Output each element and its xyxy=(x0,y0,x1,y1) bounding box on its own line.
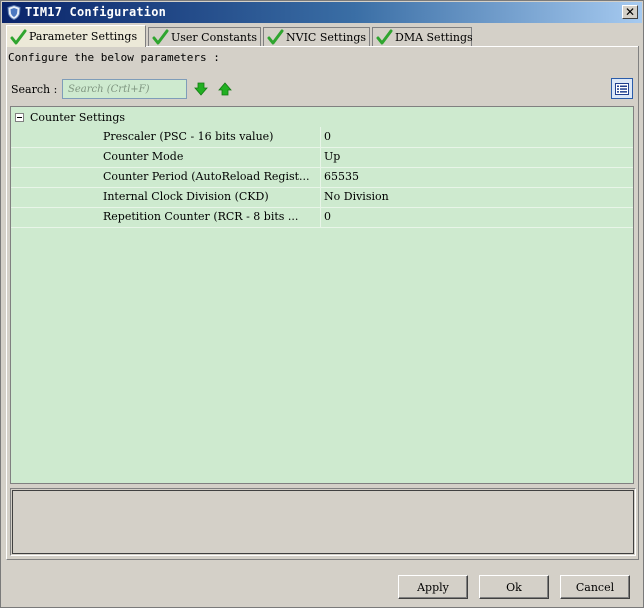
param-value[interactable]: 0 xyxy=(324,130,331,143)
column-divider xyxy=(320,127,321,147)
table-row[interactable]: Counter Mode Up xyxy=(11,147,633,168)
table-row[interactable]: Internal Clock Division (CKD) No Divisio… xyxy=(11,187,633,208)
tab-label: DMA Settings xyxy=(395,30,473,44)
shield-icon xyxy=(7,5,21,20)
param-name: Counter Mode xyxy=(103,150,184,163)
tab-nvic-settings[interactable]: NVIC Settings xyxy=(263,27,370,46)
tab-parameter-settings[interactable]: Parameter Settings xyxy=(6,25,146,47)
tab-dma-settings[interactable]: DMA Settings xyxy=(372,27,473,46)
parameter-grid: Counter Settings Prescaler (PSC - 16 bit… xyxy=(10,106,634,484)
tab-label: User Constants xyxy=(171,30,258,44)
param-value[interactable]: No Division xyxy=(324,190,389,203)
param-value[interactable]: 65535 xyxy=(324,170,359,183)
cancel-button[interactable]: Cancel xyxy=(560,575,630,599)
param-name: Internal Clock Division (CKD) xyxy=(103,190,269,203)
column-divider xyxy=(320,167,321,187)
window-title: TIM17 Configuration xyxy=(25,5,167,19)
column-divider xyxy=(320,147,321,167)
param-name: Repetition Counter (RCR - 8 bits ... xyxy=(103,210,299,223)
param-name: Prescaler (PSC - 16 bits value) xyxy=(103,130,274,143)
description-panel xyxy=(10,488,636,556)
table-row[interactable]: Repetition Counter (RCR - 8 bits ... 0 xyxy=(11,207,633,228)
tab-user-constants[interactable]: User Constants xyxy=(148,27,261,46)
tab-strip: Parameter Settings User Constants NVIC S… xyxy=(6,25,640,47)
check-icon xyxy=(376,29,393,45)
table-row[interactable]: Prescaler (PSC - 16 bits value) 0 xyxy=(11,127,633,148)
title-bar[interactable]: TIM17 Configuration ✕ xyxy=(2,2,642,23)
check-icon xyxy=(10,29,27,44)
close-button[interactable]: ✕ xyxy=(622,5,638,19)
table-row[interactable]: Counter Period (AutoReload Regist... 655… xyxy=(11,167,633,188)
check-icon xyxy=(152,29,169,45)
description-panel-inner xyxy=(12,490,634,554)
column-divider xyxy=(320,207,321,227)
close-icon: ✕ xyxy=(624,5,636,19)
group-label: Counter Settings xyxy=(30,110,126,124)
list-view-icon xyxy=(615,82,629,95)
tab-label: Parameter Settings xyxy=(29,30,138,43)
param-value[interactable]: 0 xyxy=(324,210,331,223)
check-icon xyxy=(267,29,284,45)
arrow-up-icon[interactable] xyxy=(218,82,232,96)
param-name: Counter Period (AutoReload Regist... xyxy=(103,170,310,183)
list-view-button[interactable] xyxy=(611,78,633,99)
tab-label: NVIC Settings xyxy=(286,30,367,44)
arrow-down-icon[interactable] xyxy=(194,82,208,96)
ok-button[interactable]: Ok xyxy=(479,575,549,599)
search-label: Search : xyxy=(11,83,58,96)
search-input[interactable] xyxy=(62,79,187,99)
apply-button[interactable]: Apply xyxy=(398,575,468,599)
collapse-icon[interactable] xyxy=(15,112,24,122)
column-divider xyxy=(320,187,321,207)
group-row-counter-settings[interactable]: Counter Settings xyxy=(11,107,633,127)
instruction-text: Configure the below parameters : xyxy=(8,51,220,64)
param-value[interactable]: Up xyxy=(324,150,340,163)
dialog-window: TIM17 Configuration ✕ Parameter Settings… xyxy=(0,0,644,608)
